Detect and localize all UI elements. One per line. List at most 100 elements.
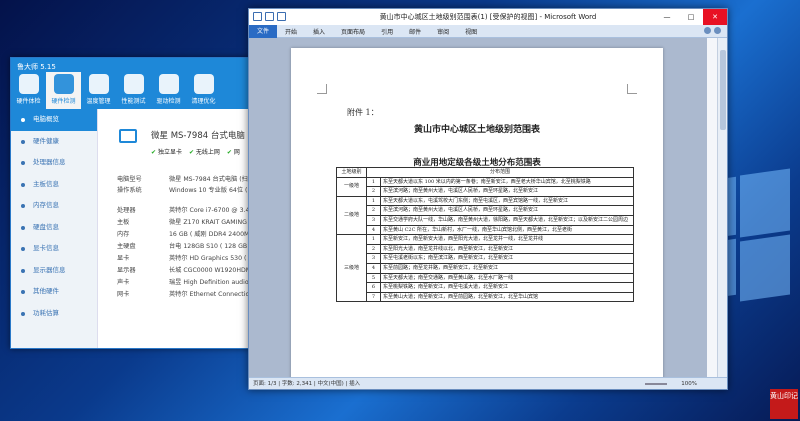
info-key: 处理器 [117,207,136,214]
row-number: 3 [366,253,381,264]
info-row: 网卡 英特尔 Ethernet Connection [117,289,250,298]
info-value: 英特尔 Core i7-6700 @ 3.40G [169,207,250,214]
check-item: 无线上网 [189,147,220,156]
document-page: 附件 1： 黄山市中心城区土地级别范围表 商业用地定级各级土地分布范围表 土地级… [291,48,663,377]
zoom-level[interactable]: 100% [681,378,697,390]
sidebar-item-memory[interactable]: 内存信息 [11,195,97,217]
word-icon[interactable] [253,12,262,21]
range-text: 东至天都大道；南至交通路，西至黄山路，北至水厂路一线 [380,272,634,284]
info-value: Windows 10 专业版 64位 ( Di [169,187,250,194]
tab-temperature[interactable]: 温度管理 [81,72,116,109]
header-range: 分布范围 [366,167,634,178]
ludashi-sidebar: 电脑概览 硬件健康 处理器信息 主板信息 内存信息 硬盘信息 显卡信息 显示器信… [11,109,98,348]
sidebar-item-monitor[interactable]: 显示器信息 [11,260,97,282]
row-number: 1 [366,176,381,188]
margin-mark [317,84,327,94]
tab-cleanup[interactable]: 清理优化 [186,72,221,109]
row-number: 1 [366,234,381,245]
tab-performance[interactable]: 性能测试 [116,72,151,109]
info-key: 网卡 [117,291,130,298]
sidebar-item-power[interactable]: 功耗估算 [11,303,97,325]
info-value: 台电 128GB S10 ( 128 GB / [169,243,250,250]
window-title: 黄山市中心城区土地级别范围表(1) [受保护的视图] - Microsoft W… [379,13,597,21]
check-item: 独立显卡 [151,147,182,156]
range-text: 东至天都大道以东，屯溪驾校大门东侧；南至屯溪区，西至宾馆路一线，北至新安江 [380,195,634,207]
sidebar-item-health[interactable]: 硬件健康 [11,131,97,153]
info-row: 内存 16 GB ( 威刚 DDR4 2400MHz [117,229,250,238]
table-row: 3 东至屯溪老街以东；南至滨江路，西至新安江，北至新安江 [337,253,634,264]
tab-view[interactable]: 视图 [457,27,485,36]
tab-review[interactable]: 审阅 [429,27,457,36]
range-text: 东至滨河路；南至黄州大道，屯溪区人民桥，西至环星路，北至新安江 [380,186,634,197]
range-text: 东至新安江，南至新安大道，西至阳光大道，北至龙井一线，北至龙井线 [380,234,634,245]
tab-label: 硬件体检 [16,98,41,105]
info-key: 显示器 [117,267,136,274]
range-text: 东至滨河路；南至黄州大道，屯溪区人民桥，西至环星路，北至新安江 [380,205,634,216]
tab-home[interactable]: 开始 [277,27,305,36]
sidebar-item-cpu[interactable]: 处理器信息 [11,152,97,174]
ludashi-tabs: 硬件体检 硬件检测 温度管理 性能测试 驱动检测 清理优化 [11,72,221,109]
info-key: 主硬盘 [117,243,136,250]
range-text: 东至黄山 C2C 所在，华山新村，水厂一线，南至华山宾馆北侧，西至黄江，北至老街 [380,224,634,236]
detect-icon [53,74,74,94]
speedometer-icon [123,74,144,94]
tab-hardware-checkup[interactable]: 硬件体检 [11,72,46,109]
range-text: 东至黄山大道；南至新安江，西至前园路，北至新安江，北至华山宾馆 [380,291,634,303]
document-title: 黄山市中心城区土地级别范围表 [413,125,540,135]
info-row: 电脑型号 微星 MS-7984 台式电脑 (扫描 [117,174,250,183]
sidebar-item-disk[interactable]: 硬盘信息 [11,217,97,239]
tab-label: 温度管理 [86,98,111,105]
info-value: 英特尔 Ethernet Connection [169,291,250,298]
seal-stamp: 黄山印记 [770,389,798,419]
scroll-thumb[interactable] [720,50,726,130]
sidebar-item-motherboard[interactable]: 主板信息 [11,174,97,196]
tab-label: 硬件检测 [51,98,76,105]
tab-driver[interactable]: 驱动检测 [151,72,186,109]
ludashi-main: 微星 MS-7984 台式电脑 独立显卡 无线上网 网 电脑型号 微星 MS-79… [99,109,250,348]
vertical-scrollbar[interactable] [717,38,727,377]
row-number: 6 [366,282,381,293]
row-number: 1 [366,195,381,207]
tab-mailings[interactable]: 邮件 [401,27,429,36]
table-row: 二级地 1 东至天都大道以东，屯溪驾校大门东侧；南至屯溪区，西至宾馆路一线，北至新安… [336,195,634,236]
range-text: 东至屯溪老街以东；南至滨江路，西至新安江，北至新安江 [380,253,634,264]
tab-layout[interactable]: 页面布局 [333,27,373,36]
range-text: 东至交通学府大队一线，华山路，南至黄州大道，徐阳路，西至天都大道，北至新安江；以… [380,214,634,226]
broom-icon [193,74,214,94]
tab-label: 清理优化 [191,98,216,105]
minimize-button[interactable]: — [655,9,679,25]
info-row: 声卡 瑞昱 High Definition audio @ [117,277,250,286]
info-key: 内存 [117,231,130,238]
sidebar-item-other[interactable]: 其他硬件 [11,281,97,303]
table-row: 4 东至黄山 C2C 所在，华山新村，水厂一线，南至华山宾馆北侧，西至黄江，北至老… [337,224,634,236]
info-value: 英特尔 HD Graphics 530 ( 12 [169,255,250,262]
tab-file[interactable]: 文件 [249,24,278,38]
tab-references[interactable]: 引用 [373,27,401,36]
save-icon[interactable] [265,12,274,21]
ribbon-tabs: 文件 开始 插入 页面布局 引用 邮件 审阅 视图 [249,24,727,38]
help-icon[interactable] [704,27,711,34]
ludashi-window: 鲁大师 5.15 硬件体检 硬件检测 温度管理 性能测试 驱动检测 清理优化 电… [10,57,251,349]
row-number: 4 [366,224,381,236]
table-row: 5 东至天都大道；南至交通路，西至黄山路，北至水厂路一线 [337,272,634,284]
close-button[interactable]: ✕ [703,9,727,25]
computer-icon [119,129,137,143]
info-value: 瑞昱 High Definition audio @ [169,279,250,286]
sidebar-item-overview[interactable]: 电脑概览 [11,109,97,131]
maximize-button[interactable]: □ [679,9,703,25]
document-area[interactable]: 附件 1： 黄山市中心城区土地级别范围表 商业用地定级各级土地分布范围表 土地级… [249,38,727,377]
window-controls: — □ ✕ [655,9,727,25]
table-row: 2 东至阳光大道，南至龙井线以北，西至新安江，北至新安江 [337,243,634,255]
range-text: 东至阳光大道，南至龙井线以北，西至新安江，北至新安江 [380,243,634,255]
sidebar-item-gpu[interactable]: 显卡信息 [11,238,97,260]
zoom-slider[interactable] [645,383,667,385]
tab-hardware-detect[interactable]: 硬件检测 [46,72,81,109]
table-row: 2 东至滨河路；南至黄州大道，屯溪区人民桥，西至环星路，北至新安江 [337,186,634,197]
info-key: 电脑型号 [117,176,142,183]
tab-insert[interactable]: 插入 [305,27,333,36]
info-row: 主硬盘 台电 128GB S10 ( 128 GB / [117,241,250,250]
undo-icon[interactable] [277,12,286,21]
land-level-table: 土地级别 分布范围 一级地 1 东至天都大道以东 100 米以内的第一条巷；南至新安江，… [336,167,634,303]
minimize-ribbon-icon[interactable] [714,27,721,34]
header-level: 土地级别 [336,167,367,178]
